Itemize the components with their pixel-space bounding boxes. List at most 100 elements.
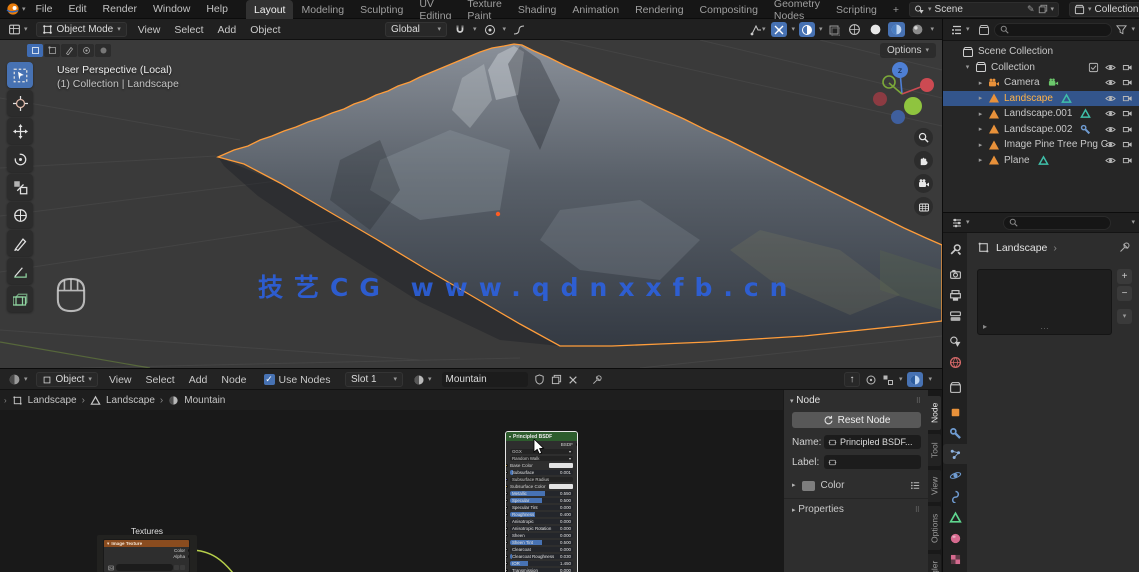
camera-toggle-icon[interactable] bbox=[1122, 124, 1133, 135]
breadcrumb-mesh-name[interactable]: Landscape bbox=[106, 395, 155, 406]
image-texture-node-header[interactable]: ▾ Image Texture bbox=[104, 540, 189, 547]
sidebar-tab-tool[interactable]: Tool bbox=[928, 434, 941, 466]
outliner-row-landscape-001[interactable]: ▸ Landscape.001 bbox=[943, 106, 1139, 122]
shading-caret-icon[interactable]: ▾ bbox=[930, 26, 934, 33]
pin-icon[interactable] bbox=[592, 374, 603, 385]
input-socket[interactable] bbox=[506, 534, 508, 537]
overlays-toggle-icon[interactable] bbox=[798, 22, 815, 37]
breadcrumb-material-name[interactable]: Mountain bbox=[184, 395, 225, 406]
gizmos-toggle-icon[interactable] bbox=[771, 22, 788, 37]
disclosure-arrow-icon[interactable]: ▸ bbox=[975, 156, 986, 164]
tool-move-button[interactable] bbox=[7, 118, 33, 144]
outliner-item-label[interactable]: Camera bbox=[1004, 77, 1040, 88]
properties-tab-collection[interactable] bbox=[943, 377, 967, 397]
workspace-tab-scripting[interactable]: Scripting bbox=[828, 0, 885, 19]
disclosure-arrow-icon[interactable]: ▾ bbox=[962, 63, 973, 71]
snap-magnet-icon[interactable] bbox=[452, 22, 468, 37]
scene-name[interactable]: Scene bbox=[935, 4, 1024, 15]
camera-toggle-icon[interactable] bbox=[1122, 108, 1133, 119]
workspace-tab-uv-editing[interactable]: UV Editing bbox=[411, 0, 459, 22]
gizmo-y-axis[interactable] bbox=[904, 97, 922, 115]
preview-shading-caret-icon[interactable]: ▾ bbox=[928, 376, 932, 383]
exclude-toggle-icon[interactable] bbox=[1088, 62, 1099, 73]
viewport-menu-view[interactable]: View bbox=[131, 24, 168, 36]
bsdf-row-specular[interactable]: Specular 0.500 bbox=[506, 497, 577, 504]
input-socket[interactable] bbox=[506, 520, 508, 523]
bsdf-row-subsurface[interactable]: Subsurface 0.001 bbox=[506, 469, 577, 476]
new-collection-icon[interactable] bbox=[978, 24, 990, 36]
pin-icon[interactable] bbox=[1119, 241, 1131, 253]
mode-strip-sculpt-icon[interactable] bbox=[61, 44, 77, 57]
scene-selector[interactable]: ▾ Scene ✎ ▾ bbox=[909, 1, 1060, 17]
properties-tab-physics[interactable] bbox=[943, 465, 967, 485]
input-socket[interactable] bbox=[506, 541, 508, 544]
show-gizmo-dropdown[interactable]: ▾ bbox=[748, 22, 768, 37]
eye-toggle-icon[interactable] bbox=[1105, 77, 1116, 88]
mode-strip-edit-icon[interactable] bbox=[44, 44, 60, 57]
overlays-caret-icon[interactable]: ▾ bbox=[819, 26, 823, 33]
bsdf-row-roughness[interactable]: Roughness 0.400 bbox=[506, 511, 577, 518]
bsdf-row-subsurface-color[interactable]: Subsurface Color bbox=[506, 483, 577, 490]
eye-toggle-icon[interactable] bbox=[1105, 155, 1116, 166]
blender-logo-icon[interactable] bbox=[6, 2, 20, 16]
shading-rendered-icon[interactable] bbox=[909, 22, 926, 37]
disclosure-arrow-icon[interactable]: ▸ bbox=[975, 94, 986, 102]
output-socket[interactable] bbox=[187, 555, 189, 559]
camera-view-button[interactable] bbox=[914, 174, 933, 193]
list-add-button[interactable]: + bbox=[1117, 269, 1132, 284]
input-socket[interactable] bbox=[506, 527, 508, 530]
menu-edit[interactable]: Edit bbox=[60, 3, 94, 15]
color-presets-icon[interactable] bbox=[910, 480, 921, 491]
properties-tab-render[interactable] bbox=[943, 264, 967, 284]
proportional-caret-icon[interactable]: ▾ bbox=[503, 26, 507, 33]
camera-toggle-icon[interactable] bbox=[1122, 77, 1133, 88]
node-color-swatch[interactable] bbox=[801, 480, 815, 491]
fake-user-shield-icon[interactable] bbox=[534, 374, 545, 385]
bsdf-row-subsurface-radius[interactable]: Subsurface Radius bbox=[506, 476, 577, 483]
mode-dropdown[interactable]: Object Mode ▾ bbox=[35, 22, 127, 37]
shader-menu-node[interactable]: Node bbox=[214, 374, 253, 386]
output-socket[interactable] bbox=[187, 548, 189, 552]
outliner-item-label[interactable]: Image Pine Tree Png C bbox=[1004, 139, 1108, 150]
node-label-field[interactable] bbox=[824, 455, 921, 469]
menu-help[interactable]: Help bbox=[198, 3, 236, 15]
gizmo-x-axis[interactable] bbox=[920, 78, 934, 92]
logo-caret-icon[interactable]: ▾ bbox=[22, 6, 26, 13]
bsdf-row-base-color[interactable]: Base Color bbox=[506, 462, 577, 469]
mode-strip-object-icon[interactable] bbox=[27, 44, 43, 57]
input-socket[interactable] bbox=[506, 471, 508, 474]
gizmos-caret-icon[interactable]: ▾ bbox=[791, 26, 795, 33]
panel-drag-dots-icon[interactable]: ⠿ bbox=[915, 506, 921, 514]
bsdf-row-anisotropic[interactable]: Anisotropic 0.000 bbox=[506, 518, 577, 525]
bsdf-row-clearcoat-roughness[interactable]: Clearcoat Roughness 0.030 bbox=[506, 553, 577, 560]
parent-node-tree-button[interactable]: ↑ bbox=[843, 372, 860, 387]
eye-toggle-icon[interactable] bbox=[1105, 62, 1116, 73]
outliner-item-label[interactable]: Collection bbox=[991, 62, 1035, 73]
input-socket[interactable] bbox=[506, 555, 508, 558]
camera-toggle-icon[interactable] bbox=[1122, 155, 1133, 166]
navigation-gizmo[interactable]: z bbox=[868, 56, 938, 126]
menu-window[interactable]: Window bbox=[145, 3, 198, 15]
input-socket[interactable] bbox=[506, 562, 508, 565]
workspace-tab-modeling[interactable]: Modeling bbox=[293, 0, 352, 19]
menu-render[interactable]: Render bbox=[95, 3, 145, 15]
filter-funnel-icon[interactable] bbox=[1116, 24, 1128, 35]
snap-target-icon[interactable] bbox=[865, 374, 877, 386]
tool-cursor-button[interactable] bbox=[7, 90, 33, 116]
shader-editor[interactable]: ▾ Object ▾ View Select Add Node ✓ Use Nodes… bbox=[0, 368, 942, 572]
properties-tab-texture[interactable] bbox=[943, 549, 967, 569]
properties-tab-view-layer[interactable] bbox=[943, 306, 967, 326]
outliner-item-label[interactable]: Scene Collection bbox=[978, 46, 1053, 57]
bsdf-row-sheen-tint[interactable]: Sheen Tint 0.500 bbox=[506, 539, 577, 546]
outliner-item-label[interactable]: Landscape bbox=[1004, 93, 1053, 104]
outliner-row-scene-collection[interactable]: Scene Collection bbox=[943, 44, 1139, 60]
shader-menu-add[interactable]: Add bbox=[182, 374, 215, 386]
toggle-perspective-button[interactable] bbox=[914, 197, 933, 216]
gizmo-z-neg-axis[interactable] bbox=[891, 110, 905, 124]
image-datablock-row[interactable] bbox=[104, 563, 189, 572]
bsdf-row-sheen[interactable]: Sheen 0.000 bbox=[506, 532, 577, 539]
scene-copy-icon[interactable] bbox=[1038, 4, 1048, 14]
input-socket[interactable] bbox=[506, 492, 508, 495]
input-socket[interactable] bbox=[506, 506, 508, 509]
bsdf-row-random-walk[interactable]: Random Walk ▾ bbox=[506, 455, 577, 462]
